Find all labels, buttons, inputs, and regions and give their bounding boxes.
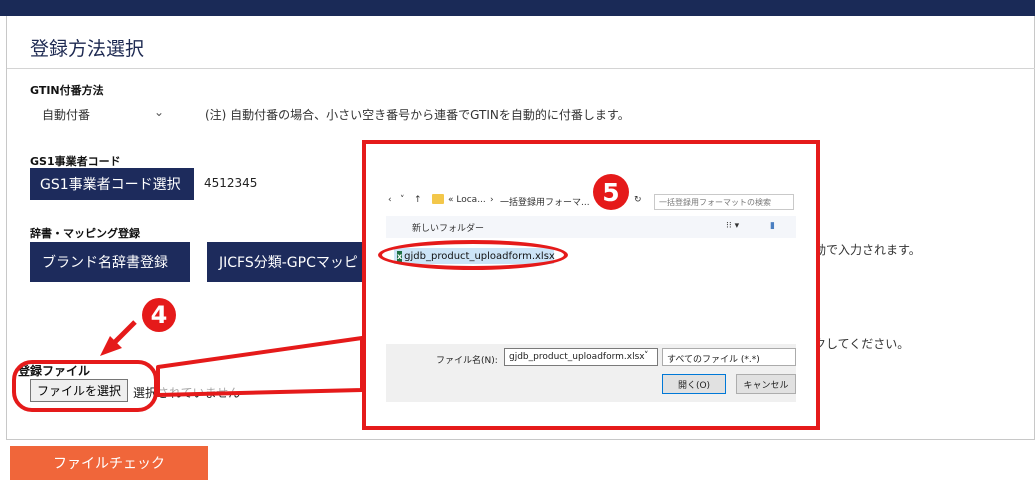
zoom-connector [156,336,364,397]
folder-icon [432,194,444,204]
cancel-button[interactable]: キャンセル [736,374,796,394]
chevron-down-icon[interactable]: ˅ [644,351,649,361]
path-segment-local[interactable]: « Loca... [448,195,486,205]
dialog-footer: ファイル名(N): gjdb_product_uploadform.xlsx ˅… [386,344,796,402]
dialog-toolbar: 新しいフォルダー ⁝⁝ ▾ ▮ [386,216,796,238]
up-arrow-icon[interactable]: ↑ [414,195,422,205]
view-options-icon[interactable]: ⁝⁝ ▾ [726,221,739,231]
chevron-down-icon[interactable]: ˅ [400,195,405,205]
step4-callout-badge: 4 [142,298,176,332]
filename-input-value: gjdb_product_uploadform.xlsx [509,352,645,362]
dialog-search-input[interactable]: 一括登録用フォーマットの検索 [654,194,794,210]
refresh-icon[interactable]: ↻ [634,195,642,205]
preview-pane-icon[interactable]: ▮ [770,221,775,231]
path-separator: › [490,195,494,205]
selected-file-highlight-ring [378,240,568,270]
new-folder-button[interactable]: 新しいフォルダー [412,221,484,234]
step4-arrow-shaft [113,320,137,344]
path-segment-folder[interactable]: 一括登録用フォーマ... [500,195,590,208]
file-open-dialog: ‹ ˅ ↑ « Loca... › 一括登録用フォーマ... ↻ 一括登録用フォ… [386,172,796,402]
open-button[interactable]: 開く(O) [662,374,726,394]
filename-input[interactable]: gjdb_product_uploadform.xlsx [504,348,658,366]
file-type-filter-select[interactable]: すべてのファイル (*.*) [662,348,796,366]
back-icon[interactable]: ‹ [388,195,392,205]
step5-callout-badge: 5 [593,174,629,210]
filename-label: ファイル名(N): [436,356,498,366]
